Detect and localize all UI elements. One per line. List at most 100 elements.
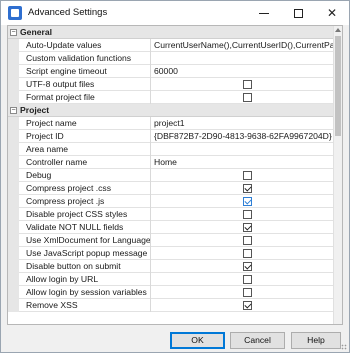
property-value[interactable]	[152, 143, 334, 156]
property-row[interactable]: Format project file	[8, 91, 334, 104]
property-value[interactable]	[152, 208, 334, 221]
checkbox-checked[interactable]	[243, 197, 252, 206]
checkbox-checked[interactable]	[243, 223, 252, 232]
row-gutter	[8, 247, 19, 260]
property-name: Custom validation functions	[19, 52, 151, 65]
property-value[interactable]: 60000	[152, 65, 334, 78]
property-name: Project name	[19, 117, 151, 130]
close-button[interactable]: ✕	[315, 1, 349, 25]
property-value[interactable]	[152, 52, 334, 65]
row-gutter	[8, 273, 19, 286]
checkbox-checked[interactable]	[243, 262, 252, 271]
row-gutter	[8, 299, 19, 312]
row-gutter	[8, 260, 19, 273]
row-gutter	[8, 156, 19, 169]
property-name: Debug	[19, 169, 151, 182]
property-row[interactable]: Area name	[8, 143, 334, 156]
cancel-button[interactable]: Cancel	[230, 332, 285, 349]
property-row[interactable]: Use XmlDocument for Language ob	[8, 234, 334, 247]
property-value[interactable]	[152, 169, 334, 182]
resize-grip-icon[interactable]	[341, 344, 347, 350]
property-value[interactable]	[152, 182, 334, 195]
checkbox-unchecked[interactable]	[243, 249, 252, 258]
property-row[interactable]: Controller name Home	[8, 156, 334, 169]
property-name: Controller name	[19, 156, 151, 169]
collapse-icon[interactable]: −	[10, 29, 17, 36]
property-row[interactable]: Disable project CSS styles	[8, 208, 334, 221]
property-name: Use JavaScript popup message	[19, 247, 151, 260]
property-value[interactable]: CurrentUserName(),CurrentUserID(),Curren…	[152, 39, 334, 52]
property-row[interactable]: Compress project .css	[8, 182, 334, 195]
property-name: Script engine timeout	[19, 65, 151, 78]
property-name: UTF-8 output files	[19, 78, 151, 91]
row-gutter	[8, 195, 19, 208]
property-row[interactable]: Auto-Update values CurrentUserName(),Curr…	[8, 39, 334, 52]
property-row[interactable]: Use JavaScript popup message	[8, 247, 334, 260]
row-gutter	[8, 91, 19, 104]
property-value[interactable]	[152, 234, 334, 247]
window-title: Advanced Settings	[28, 7, 108, 18]
property-row[interactable]: Debug	[8, 169, 334, 182]
property-name: Compress project .css	[19, 182, 151, 195]
minimize-button[interactable]	[247, 1, 281, 25]
property-row[interactable]: UTF-8 output files	[8, 78, 334, 91]
property-value[interactable]	[152, 299, 334, 312]
property-value[interactable]	[152, 221, 334, 234]
title-bar: Advanced Settings ✕	[1, 1, 349, 25]
row-gutter	[8, 65, 19, 78]
maximize-button[interactable]	[281, 1, 315, 25]
property-row[interactable]: Compress project .js	[8, 195, 334, 208]
category-project[interactable]: − Project	[8, 104, 334, 117]
property-value[interactable]	[152, 247, 334, 260]
property-row[interactable]: Allow login by session variables	[8, 286, 334, 299]
scroll-up-icon[interactable]	[335, 28, 341, 32]
checkbox-checked[interactable]	[243, 184, 252, 193]
property-value[interactable]	[152, 195, 334, 208]
property-grid[interactable]: − General Auto-Update values CurrentUserNam…	[7, 25, 343, 325]
checkbox-unchecked[interactable]	[243, 210, 252, 219]
property-value[interactable]: Home	[152, 156, 334, 169]
property-name: Project ID	[19, 130, 151, 143]
maximize-icon	[293, 8, 303, 18]
checkbox-unchecked[interactable]	[243, 80, 252, 89]
row-gutter	[8, 143, 19, 156]
row-gutter	[8, 130, 19, 143]
category-label: General	[20, 27, 53, 37]
property-name: Format project file	[19, 91, 151, 104]
property-row[interactable]: Validate NOT NULL fields	[8, 221, 334, 234]
checkbox-unchecked[interactable]	[243, 93, 252, 102]
property-row[interactable]: Custom validation functions	[8, 52, 334, 65]
property-row[interactable]: Remove XSS	[8, 299, 334, 312]
property-value[interactable]	[152, 260, 334, 273]
checkbox-unchecked[interactable]	[243, 171, 252, 180]
property-value[interactable]	[152, 273, 334, 286]
property-value[interactable]: project1	[152, 117, 334, 130]
property-row[interactable]: Project name project1	[8, 117, 334, 130]
category-general[interactable]: − General	[8, 26, 334, 39]
close-icon: ✕	[326, 6, 338, 20]
checkbox-unchecked[interactable]	[243, 275, 252, 284]
property-name: Auto-Update values	[19, 39, 151, 52]
vertical-scrollbar[interactable]	[333, 26, 342, 324]
help-button[interactable]: Help	[291, 332, 341, 349]
checkbox-unchecked[interactable]	[243, 288, 252, 297]
property-row[interactable]: Project ID {DBF872B7-2D90-4813-9638-62FA9…	[8, 130, 334, 143]
row-gutter	[8, 117, 19, 130]
property-value[interactable]	[152, 91, 334, 104]
checkbox-unchecked[interactable]	[243, 236, 252, 245]
property-row[interactable]: Script engine timeout 60000	[8, 65, 334, 78]
row-gutter	[8, 39, 19, 52]
property-value[interactable]: {DBF872B7-2D90-4813-9638-62FA9967204D}	[152, 130, 334, 143]
property-row[interactable]: Disable button on submit	[8, 260, 334, 273]
property-name: Allow login by session variables	[19, 286, 151, 299]
checkbox-checked[interactable]	[243, 301, 252, 310]
scrollbar-thumb[interactable]	[335, 36, 341, 136]
property-value[interactable]	[152, 78, 334, 91]
property-name: Compress project .js	[19, 195, 151, 208]
property-name: Disable button on submit	[19, 260, 151, 273]
property-value[interactable]	[152, 286, 334, 299]
property-row[interactable]: Allow login by URL	[8, 273, 334, 286]
ok-button[interactable]: OK	[170, 332, 225, 349]
collapse-icon[interactable]: −	[10, 107, 17, 114]
row-gutter	[8, 182, 19, 195]
